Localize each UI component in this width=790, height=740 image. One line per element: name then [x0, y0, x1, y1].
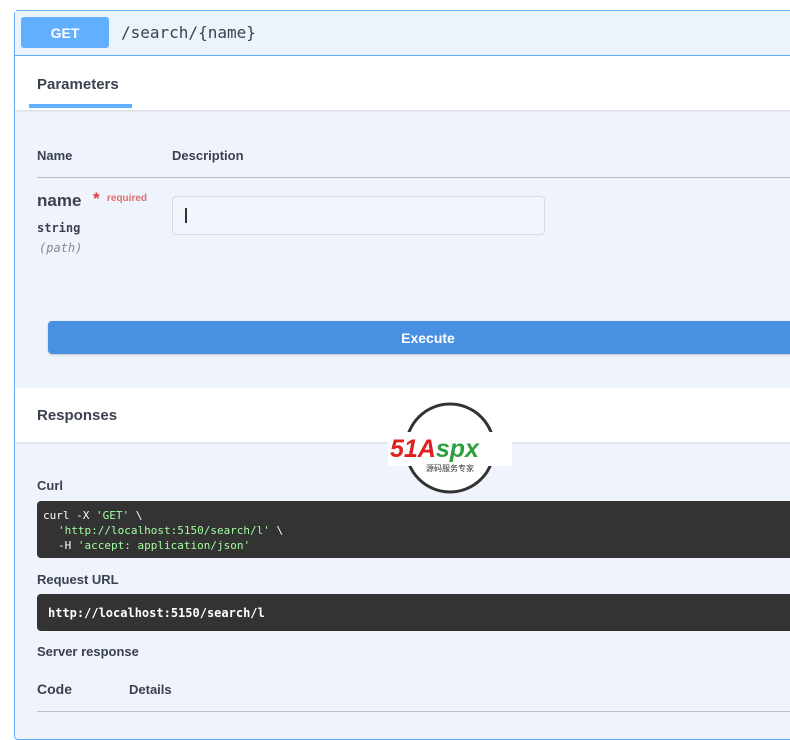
- curl-continuation: \: [269, 524, 284, 537]
- logo-brand-51: 51Aspx: [390, 435, 480, 463]
- operation-block: GET /search/{name} Parameters Name Descr…: [14, 10, 790, 740]
- param-location: (path): [39, 241, 83, 255]
- curl-url: 'http://localhost:5150/search/l': [58, 524, 270, 537]
- divider: [37, 177, 790, 178]
- operation-path: /search/{name}: [121, 23, 256, 42]
- curl-line-3: -H 'accept: application/json': [43, 538, 790, 553]
- curl-command: curl -X: [43, 509, 96, 522]
- column-header-description: Description: [172, 148, 244, 163]
- server-response-label: Server response: [37, 644, 139, 659]
- required-star: *: [93, 189, 100, 208]
- responses-title: Responses: [37, 407, 118, 424]
- watermark-logo: 51Aspx 源码服务专家: [388, 402, 512, 494]
- curl-continuation: \: [129, 509, 143, 522]
- param-type: string: [37, 221, 81, 235]
- method-badge: GET: [21, 17, 109, 48]
- curl-method: 'GET': [95, 509, 130, 522]
- curl-flag: -H: [58, 539, 78, 552]
- curl-code-block[interactable]: curl -X 'GET' \ 'http://localhost:5150/s…: [37, 501, 790, 558]
- column-header-name: Name: [37, 148, 73, 163]
- operation-summary[interactable]: GET /search/{name}: [15, 11, 790, 56]
- execute-button[interactable]: Execute: [48, 321, 790, 354]
- divider: [37, 711, 790, 712]
- text-cursor: [185, 208, 187, 223]
- name-input[interactable]: [172, 196, 545, 235]
- curl-label: Curl: [37, 478, 63, 493]
- request-url-label: Request URL: [37, 572, 119, 587]
- curl-line-1: curl -X 'GET' \: [43, 508, 790, 523]
- tab-parameters[interactable]: Parameters: [37, 76, 119, 93]
- column-header-code: Code: [37, 681, 72, 697]
- parameters-header: Parameters: [15, 56, 790, 110]
- required-label: required: [107, 193, 148, 204]
- param-name: name: [37, 191, 82, 210]
- curl-line-2: 'http://localhost:5150/search/l' \: [43, 523, 790, 538]
- request-url: http://localhost:5150/search/l: [48, 605, 265, 620]
- logo-tagline: 源码服务专家: [426, 463, 474, 473]
- tab-active-indicator: [29, 104, 132, 108]
- curl-header: 'accept: application/json': [77, 539, 251, 552]
- request-url-block[interactable]: http://localhost:5150/search/l: [37, 594, 790, 631]
- column-header-details: Details: [129, 682, 172, 697]
